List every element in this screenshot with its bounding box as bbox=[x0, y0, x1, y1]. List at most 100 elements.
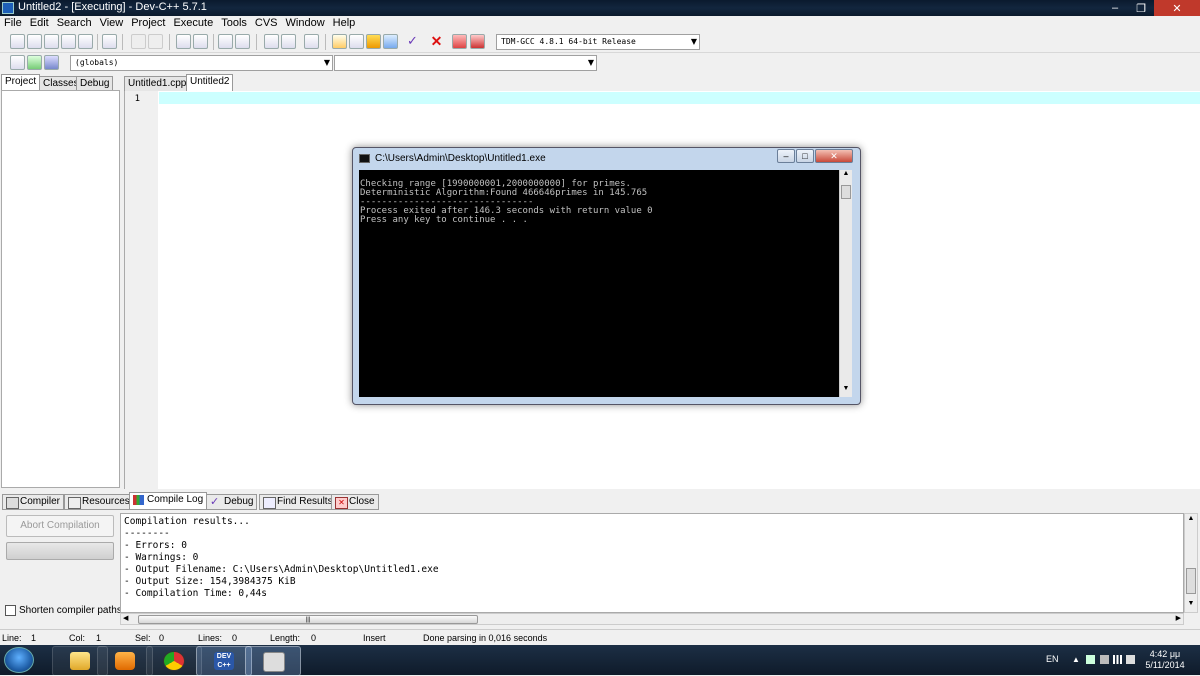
console-minimize-button[interactable]: – bbox=[777, 149, 795, 163]
shorten-paths-option[interactable]: Shorten compiler paths bbox=[5, 605, 122, 616]
run-icon[interactable] bbox=[349, 34, 364, 49]
print-icon[interactable] bbox=[102, 34, 117, 49]
console-scrollbar[interactable]: ▲ ▼ bbox=[839, 170, 852, 397]
save-icon[interactable] bbox=[44, 34, 59, 49]
language-indicator[interactable]: EN bbox=[1046, 654, 1059, 664]
menu-search[interactable]: Search bbox=[53, 16, 96, 31]
tab-debug[interactable]: Debug bbox=[76, 76, 114, 91]
console-close-button[interactable]: ✕ bbox=[815, 149, 853, 163]
tab-untitled2[interactable]: Untitled2 bbox=[186, 74, 234, 91]
tray-expand-icon[interactable]: ▲ bbox=[1072, 655, 1081, 664]
chart-icon bbox=[133, 495, 144, 505]
toggle-bookmark-icon[interactable] bbox=[27, 55, 42, 70]
scroll-left-icon[interactable]: ◀ bbox=[123, 614, 128, 622]
tab-debug-label: Debug bbox=[224, 496, 254, 507]
taskbar-chrome[interactable] bbox=[146, 646, 202, 676]
insert-icon[interactable] bbox=[10, 55, 25, 70]
console-window[interactable]: C:\Users\Admin\Desktop\Untitled1.exe – □… bbox=[352, 147, 861, 405]
shorten-paths-checkbox[interactable] bbox=[5, 605, 16, 616]
close-file-icon[interactable] bbox=[78, 34, 93, 49]
log-line: - Warnings: 0 bbox=[124, 552, 199, 563]
scroll-down-icon[interactable]: ▼ bbox=[1186, 600, 1196, 607]
tab-compile-log[interactable]: Compile Log bbox=[129, 492, 208, 510]
project-panel[interactable] bbox=[1, 90, 120, 488]
menu-window[interactable]: Window bbox=[282, 16, 329, 31]
goto-forward-icon[interactable] bbox=[281, 34, 296, 49]
scope-select[interactable]: (globals) ▼ bbox=[70, 55, 333, 71]
compiler-select[interactable]: TDM-GCC 4.8.1 64-bit Release ▼ bbox=[496, 34, 700, 50]
restore-button[interactable]: ❐ bbox=[1128, 0, 1154, 16]
status-sel-label: Sel: bbox=[135, 633, 151, 643]
scroll-down-icon[interactable]: ▼ bbox=[841, 385, 851, 392]
member-select[interactable]: ▼ bbox=[334, 55, 597, 71]
goto-bookmark-icon[interactable] bbox=[44, 55, 59, 70]
compile-log-output[interactable]: Compilation results... -------- - Errors: … bbox=[120, 513, 1184, 613]
menu-help[interactable]: Help bbox=[329, 16, 360, 31]
abort-compilation-button[interactable]: Abort Compilation bbox=[6, 515, 114, 537]
scroll-thumb[interactable] bbox=[1186, 568, 1196, 594]
menu-project[interactable]: Project bbox=[127, 16, 169, 31]
save-all-icon[interactable] bbox=[61, 34, 76, 49]
devcpp-icon: DEV C++ bbox=[214, 652, 234, 670]
menu-edit[interactable]: Edit bbox=[26, 16, 53, 31]
tab-project[interactable]: Project bbox=[1, 74, 41, 91]
close-button[interactable]: ✕ bbox=[1154, 0, 1200, 16]
compile-run-icon[interactable] bbox=[366, 34, 381, 49]
status-length-value: 0 bbox=[311, 633, 317, 643]
replace-icon[interactable] bbox=[193, 34, 208, 49]
status-line-value: 1 bbox=[31, 633, 37, 643]
indent-icon[interactable] bbox=[218, 34, 233, 49]
scroll-up-icon[interactable]: ▲ bbox=[1186, 515, 1196, 522]
taskbar-console[interactable] bbox=[245, 646, 301, 676]
tab-compiler-label: Compiler bbox=[20, 496, 61, 507]
tab-compiler[interactable]: Compiler bbox=[2, 494, 65, 510]
console-maximize-button[interactable]: □ bbox=[796, 149, 814, 163]
window-title: Untitled2 - [Executing] - Dev-C++ 5.7.1 bbox=[18, 1, 207, 13]
scroll-up-icon[interactable]: ▲ bbox=[841, 170, 851, 177]
log-horizontal-scrollbar[interactable]: ◀ ||| ▶ bbox=[120, 613, 1184, 625]
tab-find-results[interactable]: Find Results bbox=[259, 494, 337, 510]
open-file-icon[interactable] bbox=[27, 34, 42, 49]
menu-cvs[interactable]: CVS bbox=[251, 16, 282, 31]
tab-untitled1-cpp[interactable]: Untitled1.cpp bbox=[124, 76, 191, 91]
new-file-icon[interactable] bbox=[10, 34, 25, 49]
start-button[interactable] bbox=[4, 647, 34, 673]
goto-back-icon[interactable] bbox=[264, 34, 279, 49]
console-output[interactable]: Checking range [1990000001,2000000000] f… bbox=[359, 170, 848, 397]
system-clock[interactable]: 4:42 μμ 5/11/2014 bbox=[1140, 649, 1190, 671]
find-icon[interactable] bbox=[176, 34, 191, 49]
redo-icon[interactable] bbox=[148, 34, 163, 49]
console-title: C:\Users\Admin\Desktop\Untitled1.exe bbox=[375, 153, 546, 164]
scroll-thumb[interactable] bbox=[841, 185, 851, 199]
taskbar-media-player[interactable] bbox=[97, 646, 153, 676]
menu-execute[interactable]: Execute bbox=[169, 16, 217, 31]
compile-icon[interactable] bbox=[332, 34, 347, 49]
undo-icon[interactable] bbox=[131, 34, 146, 49]
scroll-thumb[interactable]: ||| bbox=[138, 615, 478, 624]
tray-app-icon[interactable] bbox=[1100, 655, 1109, 664]
log-vertical-scrollbar[interactable]: ▲ ▼ bbox=[1184, 513, 1198, 613]
taskbar-devcpp[interactable]: DEV C++ bbox=[196, 646, 252, 676]
tab-resources[interactable]: Resources bbox=[64, 494, 134, 510]
menu-tools[interactable]: Tools bbox=[217, 16, 251, 31]
action-center-icon[interactable] bbox=[1086, 655, 1095, 664]
tab-find-results-label: Find Results bbox=[277, 496, 333, 507]
profile-icon[interactable] bbox=[452, 34, 467, 49]
delete-profile-icon[interactable] bbox=[470, 34, 485, 49]
minimize-button[interactable]: – bbox=[1102, 0, 1128, 16]
status-length-label: Length: bbox=[270, 633, 301, 643]
chevron-down-icon: ▼ bbox=[690, 37, 697, 46]
check-syntax-icon[interactable]: ✓ bbox=[405, 34, 420, 49]
unindent-icon[interactable] bbox=[235, 34, 250, 49]
stop-execution-icon[interactable]: ✕ bbox=[429, 34, 444, 49]
menu-view[interactable]: View bbox=[96, 16, 128, 31]
tab-close[interactable]: ✕ Close bbox=[331, 494, 379, 510]
network-icon[interactable] bbox=[1113, 655, 1122, 664]
volume-icon[interactable] bbox=[1126, 655, 1135, 664]
rebuild-icon[interactable] bbox=[383, 34, 398, 49]
bookmark-icon[interactable] bbox=[304, 34, 319, 49]
tab-debug-bottom[interactable]: ✓ Debug bbox=[206, 494, 258, 510]
scroll-right-icon[interactable]: ▶ bbox=[1176, 614, 1181, 622]
menu-file[interactable]: File bbox=[0, 16, 26, 31]
title-bar[interactable]: Untitled2 - [Executing] - Dev-C++ 5.7.1 … bbox=[0, 0, 1200, 16]
